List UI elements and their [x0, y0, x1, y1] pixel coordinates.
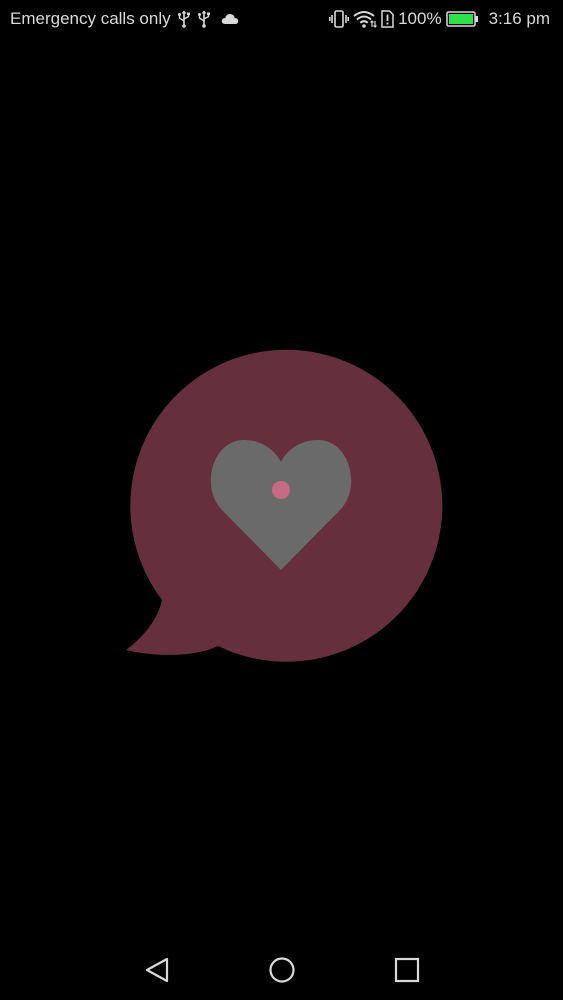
home-button[interactable] [262, 950, 302, 990]
sim-alert-icon [381, 10, 394, 28]
status-bar: Emergency calls only 100% 3:16 pm [0, 0, 563, 38]
chat-bubble-heart-icon [126, 349, 443, 662]
status-right: 100% 3:16 pm [329, 8, 550, 30]
usb-icon [197, 10, 211, 28]
vibrate-icon [329, 10, 350, 28]
battery-percent: 100% [398, 9, 442, 28]
home-icon [269, 957, 295, 983]
cloud-icon [221, 13, 239, 25]
splash-logo [120, 338, 446, 664]
battery-icon [445, 11, 479, 27]
recents-icon [394, 957, 420, 983]
wifi-icon [353, 10, 378, 28]
clock: 3:16 pm [488, 9, 550, 28]
navigation-bar [0, 940, 563, 1000]
usb-icon [177, 10, 191, 28]
heart-dot [272, 481, 290, 499]
battery-fill [448, 14, 473, 24]
recents-button[interactable] [387, 950, 427, 990]
carrier-text: Emergency calls only [10, 9, 171, 28]
back-button[interactable] [137, 950, 177, 990]
status-left: Emergency calls only [10, 8, 239, 30]
back-icon [145, 957, 169, 983]
